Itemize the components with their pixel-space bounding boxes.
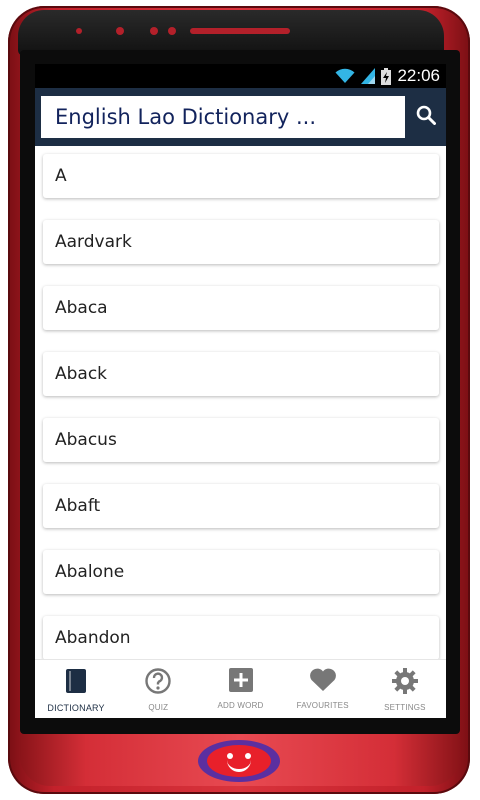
- bottom-nav: DICTIONARY QUIZ ADD WORD FAVOURITES SETT…: [35, 659, 446, 718]
- home-button[interactable]: [198, 740, 280, 782]
- smiley-icon: [207, 745, 271, 777]
- status-bar: 22:06: [35, 64, 446, 88]
- nav-item-add-word[interactable]: ADD WORD: [199, 660, 281, 718]
- sensor-dot: [150, 27, 158, 35]
- sensor-dot: [76, 28, 82, 34]
- book-icon: [65, 668, 87, 699]
- status-time: 22:06: [397, 66, 440, 85]
- list-item[interactable]: Abalone: [43, 550, 439, 594]
- signal-icon: [361, 68, 376, 84]
- earpiece-speaker: [190, 28, 290, 34]
- heart-icon: [309, 668, 337, 697]
- front-camera: [116, 27, 124, 35]
- nav-label: SETTINGS: [384, 703, 426, 712]
- app-screen: 22:06 English Lao Dictionary ... A Aardv…: [35, 64, 446, 718]
- help-circle-icon: [145, 668, 171, 699]
- gear-icon: [391, 668, 418, 699]
- battery-charging-icon: [381, 67, 392, 85]
- sensor-dot: [168, 27, 176, 35]
- nav-item-dictionary[interactable]: DICTIONARY: [35, 660, 117, 718]
- search-button[interactable]: [405, 88, 446, 146]
- nav-label: DICTIONARY: [47, 703, 105, 713]
- nav-item-quiz[interactable]: QUIZ: [117, 660, 199, 718]
- search-bar: English Lao Dictionary ...: [35, 88, 446, 146]
- nav-label: QUIZ: [148, 703, 169, 712]
- search-icon: [416, 105, 436, 130]
- list-item[interactable]: Aardvark: [43, 220, 439, 264]
- list-item[interactable]: Abandon: [43, 616, 439, 660]
- nav-item-settings[interactable]: SETTINGS: [364, 660, 446, 718]
- list-item[interactable]: A: [43, 154, 439, 198]
- add-box-icon: [228, 668, 253, 697]
- wifi-icon: [335, 68, 355, 84]
- list-item[interactable]: Abaft: [43, 484, 439, 528]
- word-list: A Aardvark Abaca Aback Abacus Abaft Abal…: [35, 146, 446, 660]
- nav-label: FAVOURITES: [296, 701, 349, 710]
- list-item[interactable]: Abacus: [43, 418, 439, 462]
- list-item[interactable]: Aback: [43, 352, 439, 396]
- nav-label: ADD WORD: [217, 701, 264, 710]
- list-item[interactable]: Abaca: [43, 286, 439, 330]
- nav-item-favourites[interactable]: FAVOURITES: [282, 660, 364, 718]
- search-input[interactable]: English Lao Dictionary ...: [41, 96, 405, 138]
